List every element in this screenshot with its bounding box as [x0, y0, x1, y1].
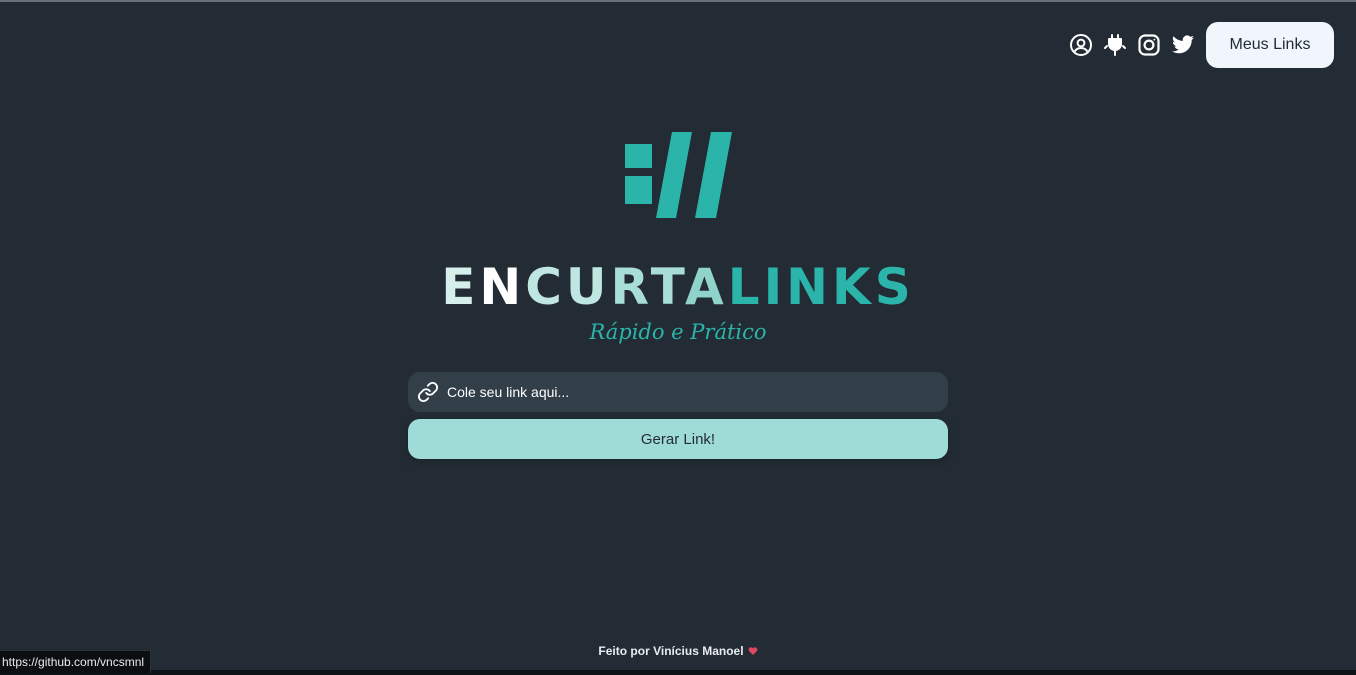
tagline: Rápido e Prático	[589, 320, 767, 344]
wordmark-part: RT	[610, 258, 685, 316]
author-link[interactable]: Feito por Vinícius Manoel	[598, 644, 743, 658]
instagram-icon[interactable]	[1137, 33, 1161, 57]
link-input[interactable]	[439, 371, 948, 413]
brand-wordmark: ENCURTALINKS	[0, 260, 1356, 314]
heart-icon	[748, 647, 757, 655]
user-circle-icon[interactable]	[1069, 33, 1093, 57]
status-bar-url: https://github.com/vncsmnl	[0, 650, 152, 673]
generate-link-button[interactable]: Gerar Link!	[408, 419, 948, 459]
page: Meus Links ENCURTALINKS Rápido e Prático…	[0, 0, 1356, 675]
twitter-icon[interactable]	[1171, 33, 1195, 57]
link-icon	[417, 381, 439, 403]
plug-icon[interactable]	[1103, 33, 1127, 57]
wordmark-part: CU	[525, 258, 611, 316]
wordmark-part: E	[441, 258, 480, 316]
footer: Feito por Vinícius Manoel	[0, 644, 1356, 658]
wordmark-part: LINKS	[727, 258, 915, 316]
logo-icon	[625, 132, 732, 218]
top-nav: Meus Links	[1069, 22, 1334, 68]
wordmark-part: A	[685, 258, 728, 316]
wordmark-part: N	[479, 258, 526, 316]
my-links-button[interactable]: Meus Links	[1206, 22, 1334, 68]
link-field	[408, 371, 948, 413]
